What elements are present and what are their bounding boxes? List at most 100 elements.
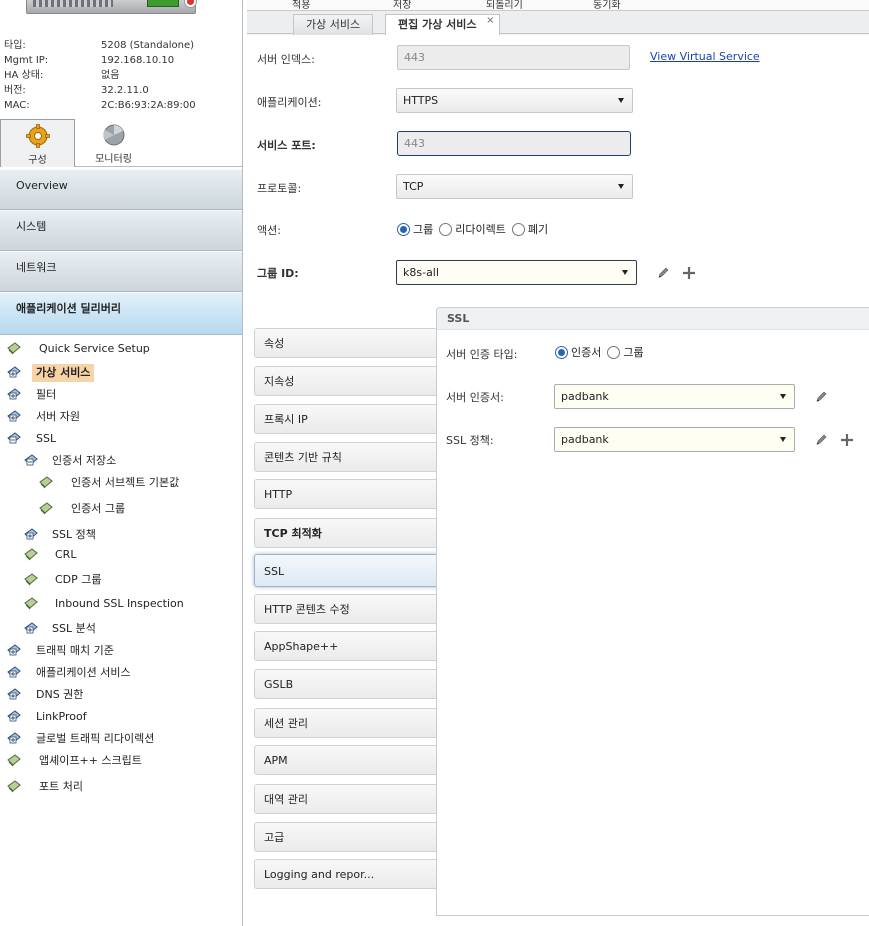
protocol-label: 프로토콜: xyxy=(257,182,302,195)
action-option-group[interactable]: 그룹 xyxy=(397,221,433,237)
server-index-field: 443 xyxy=(397,45,630,70)
server-cert-select[interactable]: padbank xyxy=(554,384,795,409)
radio-selected-icon xyxy=(397,222,410,236)
group-id-value: k8s-all xyxy=(403,266,439,279)
section-http[interactable]: HTTP xyxy=(254,479,440,509)
action-label: 액션: xyxy=(257,224,281,237)
action-option-discard[interactable]: 폐기 xyxy=(511,221,548,237)
action-option-redirect[interactable]: 리다이렉트 xyxy=(439,221,506,237)
leaf-node-icon xyxy=(39,476,53,489)
server-auth-type-radio-group: 인증서 그룹 xyxy=(555,344,650,360)
application-label: 애플리케이션: xyxy=(257,96,322,109)
protocol-value: TCP xyxy=(403,180,424,193)
radio-icon xyxy=(511,222,525,236)
section-gslb[interactable]: GSLB xyxy=(254,669,440,699)
section-advanced[interactable]: 고급 xyxy=(254,822,440,852)
server-index-label: 서버 인덱스: xyxy=(257,53,315,66)
device-info-mgmt-ip: Mgmt IP: 192.168.10.10 xyxy=(4,55,175,66)
server-cert-label: 서버 인증서: xyxy=(446,391,504,404)
section-appshape[interactable]: AppShape++ xyxy=(254,631,440,661)
mode-tabs: 구성 모니터링 xyxy=(0,119,242,167)
section-attributes[interactable]: 속성 xyxy=(254,328,440,358)
accordion-application-delivery[interactable]: 애플리케이션 딜리버리 xyxy=(0,292,242,335)
auth-type-option-group[interactable]: 그룹 xyxy=(607,344,644,360)
chevron-down-icon xyxy=(780,394,786,399)
edit-pencil-icon[interactable] xyxy=(656,266,670,280)
auth-type-option-certificate[interactable]: 인증서 xyxy=(555,344,601,360)
leaf-node-icon xyxy=(7,754,21,767)
main-area: 적용 저장 되돌리기 동기화 가상 서비스 편집 가상 서비스 × 서버 인덱스… xyxy=(247,0,869,926)
expand-plus-icon xyxy=(24,528,38,540)
view-virtual-service-link[interactable]: View Virtual Service xyxy=(650,50,760,63)
expand-plus-icon xyxy=(7,710,21,722)
add-plus-icon[interactable] xyxy=(840,433,854,447)
section-apm[interactable]: APM xyxy=(254,745,440,775)
server-cert-value: padbank xyxy=(561,390,609,403)
ssl-policy-select[interactable]: padbank xyxy=(554,427,795,452)
collapse-minus-icon xyxy=(7,432,21,444)
sync-button[interactable]: 동기화 xyxy=(593,0,621,10)
section-bandwidth-management[interactable]: 대역 관리 xyxy=(254,784,440,814)
section-logging-and-reporting[interactable]: Logging and repor... xyxy=(254,859,440,889)
section-ssl[interactable]: SSL xyxy=(254,554,444,587)
tab-virtual-services[interactable]: 가상 서비스 xyxy=(293,14,374,35)
chevron-down-icon xyxy=(622,270,628,275)
service-port-field[interactable]: 443 xyxy=(397,131,631,156)
save-button[interactable]: 저장 xyxy=(393,0,411,10)
nav-accordion: Overview 시스템 네트워크 애플리케이션 딜리버리 xyxy=(0,169,242,335)
protocol-select[interactable]: TCP xyxy=(396,174,633,199)
section-proxy-ip[interactable]: 프록시 IP xyxy=(254,404,440,434)
section-content-rules[interactable]: 콘텐츠 기반 규칙 xyxy=(254,442,440,472)
device-info-version: 버전: 32.2.11.0 xyxy=(4,85,149,96)
section-persistence[interactable]: 지속성 xyxy=(254,366,440,396)
edit-form: 서버 인덱스: 443 View Virtual Service 애플리케이션:… xyxy=(247,35,869,926)
group-id-select[interactable]: k8s-all xyxy=(396,260,637,285)
radio-selected-icon xyxy=(555,345,568,359)
device-info: 타입: 5208 (Standalone) Mgmt IP: 192.168.10.… xyxy=(4,38,240,113)
device-info-mac: MAC: 2C:B6:93:2A:89:00 xyxy=(4,100,196,111)
ssl-panel-title: SSL xyxy=(437,308,869,330)
accordion-network[interactable]: 네트워크 xyxy=(0,251,242,292)
section-tcp-optimization[interactable]: TCP 최적화 xyxy=(254,518,440,548)
ssl-panel: SSL 서버 인증 타입: 인증서 그룹 서버 인증서: padbank SSL… xyxy=(436,307,869,916)
expand-plus-icon xyxy=(7,732,21,744)
service-port-label: 서비스 포트: xyxy=(257,139,316,152)
application-value: HTTPS xyxy=(403,94,439,107)
add-plus-icon[interactable] xyxy=(682,266,696,280)
content-tabs: 가상 서비스 편집 가상 서비스 × xyxy=(247,11,869,35)
expand-plus-icon xyxy=(7,688,21,700)
gear-icon xyxy=(25,124,50,148)
leaf-node-icon xyxy=(24,548,38,561)
accordion-overview[interactable]: Overview xyxy=(0,169,242,210)
expand-plus-icon xyxy=(7,410,21,422)
group-id-label: 그룹 ID: xyxy=(257,267,299,280)
chevron-down-icon xyxy=(780,437,786,442)
tab-edit-label: 편집 가상 서비스 xyxy=(398,18,477,31)
expand-plus-icon xyxy=(7,644,21,656)
section-http-content-modification[interactable]: HTTP 콘텐츠 수정 xyxy=(254,594,440,624)
action-radio-group: 그룹 리다이렉트 폐기 xyxy=(397,221,554,237)
leaf-node-icon xyxy=(7,780,21,793)
radio-icon xyxy=(607,345,621,359)
tab-configuration[interactable]: 구성 xyxy=(0,119,75,167)
expand-plus-icon xyxy=(7,666,21,678)
left-panel: 타입: 5208 (Standalone) Mgmt IP: 192.168.10.… xyxy=(0,0,243,926)
device-info-type: 타입: 5208 (Standalone) xyxy=(4,40,195,51)
apply-button[interactable]: 적용 xyxy=(292,0,310,10)
expand-plus-icon xyxy=(7,366,21,378)
chevron-down-icon xyxy=(618,98,624,103)
revert-button[interactable]: 되돌리기 xyxy=(486,0,523,10)
edit-pencil-icon[interactable] xyxy=(814,390,828,404)
expand-plus-icon xyxy=(24,622,38,634)
close-tab-icon[interactable]: × xyxy=(486,11,494,31)
application-select[interactable]: HTTPS xyxy=(396,88,633,113)
monitor-icon xyxy=(103,124,124,146)
device-image xyxy=(26,0,196,14)
expand-plus-icon xyxy=(7,388,21,400)
edit-pencil-icon[interactable] xyxy=(814,433,828,447)
tab-monitoring[interactable]: 모니터링 xyxy=(76,119,151,167)
tab-edit-virtual-service[interactable]: 편집 가상 서비스 × xyxy=(385,14,500,35)
ssl-policy-label: SSL 정책: xyxy=(446,434,494,447)
section-session-management[interactable]: 세션 관리 xyxy=(254,708,440,738)
accordion-system[interactable]: 시스템 xyxy=(0,210,242,251)
